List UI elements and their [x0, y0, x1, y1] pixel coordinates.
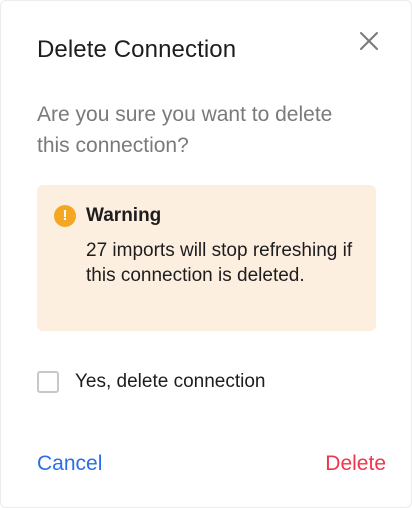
confirmation-question: Are you sure you want to delete this con… — [37, 103, 333, 157]
warning-title: Warning — [86, 205, 162, 226]
cancel-button[interactable]: Cancel — [37, 452, 102, 476]
delete-connection-dialog: Delete Connection Are you sure you want … — [0, 0, 412, 508]
warning-message: 27 imports will stop refreshing if this … — [86, 240, 353, 286]
warning-callout: ! Warning 27 imports will stop refreshin… — [37, 185, 376, 331]
close-button[interactable] — [357, 29, 381, 53]
delete-button[interactable]: Delete — [325, 452, 386, 476]
exclamation-icon: ! — [54, 205, 76, 227]
close-icon — [360, 32, 378, 50]
dialog-title: Delete Connection — [37, 36, 237, 63]
confirm-delete-label[interactable]: Yes, delete connection — [75, 371, 266, 393]
confirm-delete-checkbox[interactable] — [37, 371, 59, 393]
confirm-delete-row[interactable]: Yes, delete connection — [37, 369, 266, 395]
